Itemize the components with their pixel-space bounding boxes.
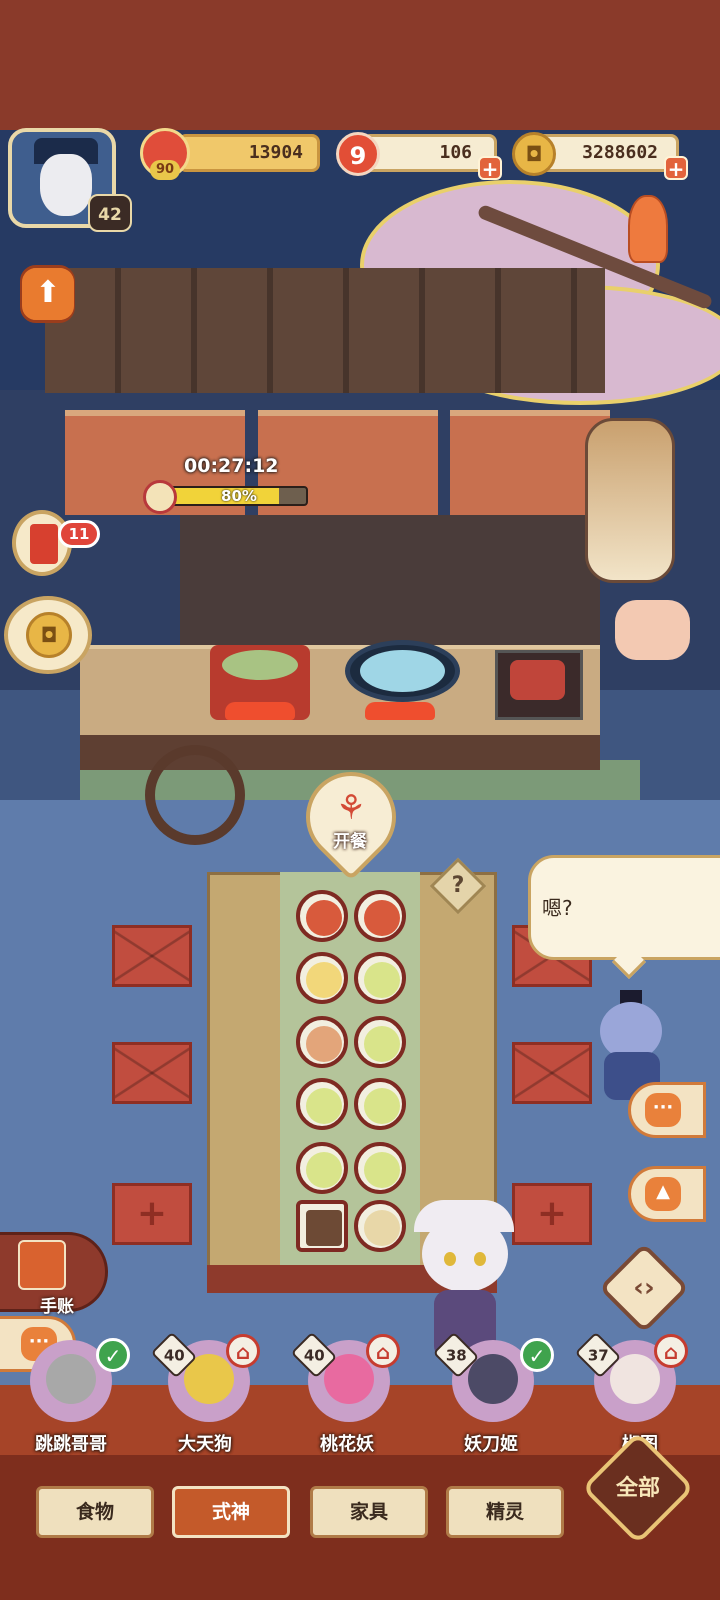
dish[interactable] xyxy=(354,952,406,1004)
cooking-progress-bar: 80% xyxy=(170,486,308,506)
ready-check-icon: ✓ xyxy=(520,1338,554,1372)
grilled-meat xyxy=(510,660,565,700)
kitchen-back xyxy=(180,515,600,645)
busy-status-icon: ⌂ xyxy=(366,1334,400,1368)
tickets-icon: 9 xyxy=(336,132,380,176)
fire-icon xyxy=(365,702,435,720)
dish[interactable] xyxy=(296,1016,348,1068)
chat-button[interactable]: ··· xyxy=(628,1082,706,1138)
reputation-bar: 13904 xyxy=(178,134,320,172)
dish[interactable] xyxy=(296,1142,348,1194)
tickets-bar: 106 xyxy=(362,134,497,172)
ready-check-icon: ✓ xyxy=(96,1338,130,1372)
seat-cushion[interactable] xyxy=(112,925,192,987)
task-count-badge: 11 xyxy=(58,520,100,548)
dish[interactable] xyxy=(296,890,348,942)
shikigami-name: 妖刀姬 xyxy=(464,1434,518,1455)
ledger-label: 手账 xyxy=(40,1297,74,1317)
dish[interactable] xyxy=(354,1200,406,1252)
avatar-face xyxy=(40,154,92,216)
dish[interactable] xyxy=(296,1200,348,1252)
busy-status-icon: ⌂ xyxy=(654,1334,688,1368)
cooking-timer: 00:27:12 xyxy=(184,455,279,477)
task-scroll-icon xyxy=(30,524,58,564)
reputation-value: 13904 xyxy=(248,142,303,163)
top-backdrop xyxy=(0,0,720,130)
paper-lantern xyxy=(615,600,690,660)
dish[interactable] xyxy=(354,1078,406,1130)
coin-icon: ◘ xyxy=(26,612,72,658)
rice-ball-button[interactable]: ▲ xyxy=(628,1166,706,1222)
diamond-arrow-icon: ‹› xyxy=(633,1273,655,1303)
dish[interactable] xyxy=(354,1142,406,1194)
tickets-value: 106 xyxy=(439,142,472,163)
shikigami-name: 跳跳哥哥 xyxy=(35,1434,107,1455)
spoon-fork-icon: ⚘ xyxy=(335,788,367,828)
rice-ball-icon: ▲ xyxy=(645,1177,681,1211)
serve-label: 开餐 xyxy=(333,832,367,852)
dish[interactable] xyxy=(296,1078,348,1130)
tab-food[interactable]: 食物 xyxy=(36,1486,154,1538)
chat-icon: ··· xyxy=(645,1093,681,1127)
dish[interactable] xyxy=(354,890,406,942)
help-icon: ? xyxy=(451,873,465,898)
progress-label: 80% xyxy=(221,487,257,505)
speech-text: 嗯? xyxy=(542,896,573,920)
shikigami-name: 大天狗 xyxy=(178,1434,232,1455)
dish[interactable] xyxy=(296,952,348,1004)
add-coins-button[interactable]: + xyxy=(664,156,688,180)
shikigami-name: 桃花妖 xyxy=(320,1434,374,1455)
coin-icon: ◘ xyxy=(512,132,556,176)
fish-banner-icon[interactable] xyxy=(628,195,668,263)
dish-icon xyxy=(143,480,177,514)
book-icon xyxy=(18,1240,66,1290)
server-character[interactable] xyxy=(400,1190,530,1360)
tab-shikigami[interactable]: 式神 xyxy=(172,1486,290,1538)
roof-beams xyxy=(45,268,605,393)
reputation-badge: 90 xyxy=(150,160,180,180)
player-level-badge: 42 xyxy=(88,194,132,232)
soup xyxy=(222,650,298,680)
busy-status-icon: ⌂ xyxy=(226,1334,260,1368)
seat-cushion[interactable] xyxy=(112,1042,192,1104)
collect-coins-button[interactable]: ◘ xyxy=(4,596,92,674)
add-tickets-button[interactable]: + xyxy=(478,156,502,180)
cart-wheel xyxy=(145,745,245,845)
paper-lantern xyxy=(585,418,675,583)
seat-cushion[interactable] xyxy=(512,1042,592,1104)
coins-value: 3288602 xyxy=(582,142,658,163)
upgrade-arrow-button[interactable]: ⬆ xyxy=(22,268,74,320)
tab-spirits[interactable]: 精灵 xyxy=(446,1486,564,1538)
add-seat-button[interactable]: + xyxy=(112,1183,192,1245)
all-button-label: 全部 xyxy=(615,1476,660,1501)
dish[interactable] xyxy=(354,1016,406,1068)
pan-water xyxy=(360,650,445,692)
fire-icon xyxy=(225,702,295,720)
tab-furniture[interactable]: 家具 xyxy=(310,1486,428,1538)
